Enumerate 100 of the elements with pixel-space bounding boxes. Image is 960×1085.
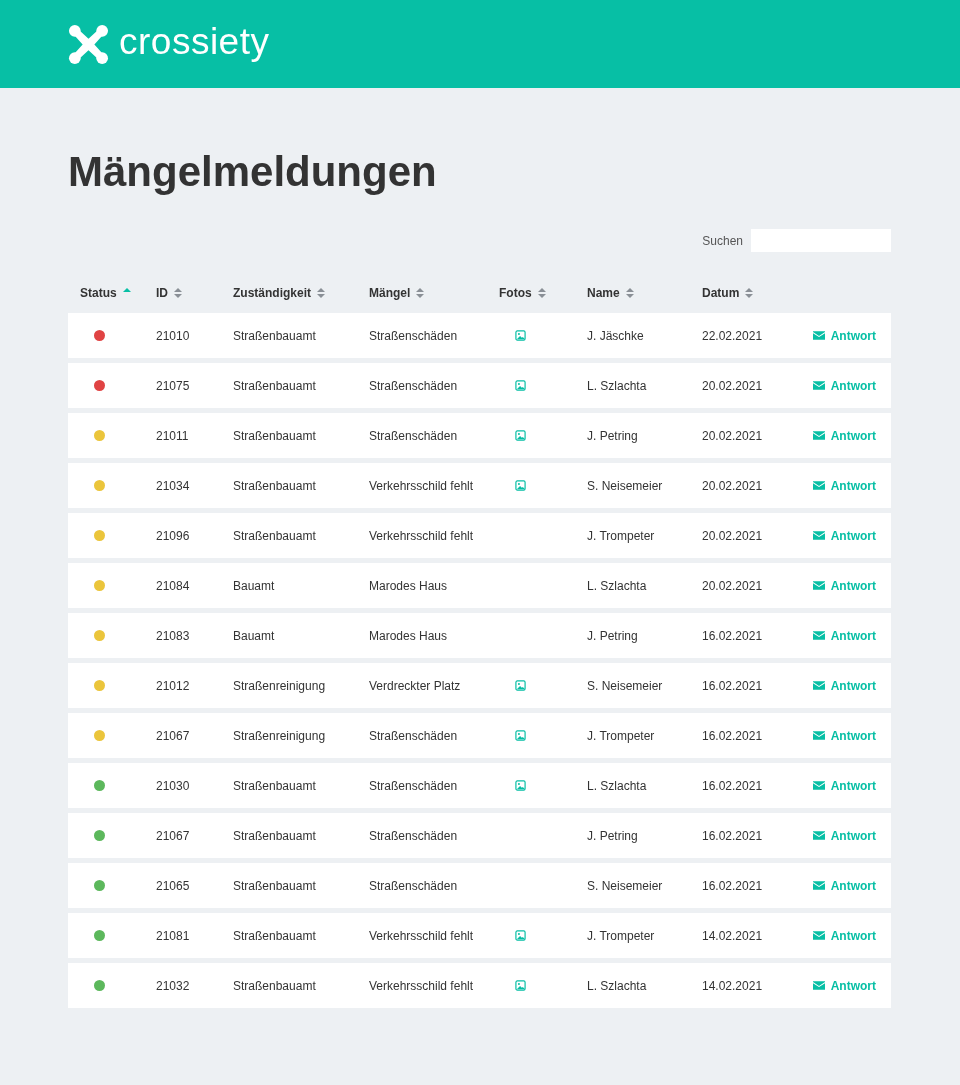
- envelope-icon: [812, 581, 825, 590]
- table-cell-text: Straßenschäden: [369, 328, 459, 343]
- table-cell-text: L. Szlachta: [587, 778, 648, 793]
- table-cell-text: J. Trompeter: [587, 928, 656, 943]
- table-cell-text: Straßenbauamt: [233, 778, 317, 793]
- column-header[interactable]: Fotos: [499, 286, 587, 300]
- table-cell-text: 21034: [156, 478, 191, 493]
- column-header[interactable]: ID: [156, 286, 233, 300]
- table-cell-text: 21011: [156, 428, 190, 443]
- brand-name: crossiety: [119, 21, 270, 63]
- table-cell-text: 21081: [156, 928, 191, 943]
- table-cell-text: Straßenbauamt: [233, 828, 317, 843]
- table-cell-text: Straßenschäden: [369, 778, 459, 793]
- table-cell-text: 22.02.2021: [702, 328, 764, 343]
- image-icon[interactable]: [515, 380, 526, 391]
- envelope-icon: [812, 831, 825, 840]
- table-cell-text: Straßenbauamt: [233, 478, 317, 493]
- table-row[interactable]: 21075 Straßenbauamt Straßenschäden L. Szlachta 20.02.2021 Antwort: [68, 363, 891, 408]
- table-cell-text: Straßenschäden: [369, 378, 459, 393]
- table-cell-text: Verkehrsschild fehlt: [369, 928, 475, 943]
- logo-icon: [68, 23, 109, 65]
- table-cell-text: L. Szlachta: [587, 978, 648, 993]
- table-cell-text: Straßenschäden: [369, 428, 459, 443]
- table-cell-text: Bauamt: [233, 628, 276, 643]
- table-cell-text: 20.02.2021: [702, 478, 764, 493]
- column-header[interactable]: Datum: [702, 286, 876, 300]
- table-cell-text: Straßenbauamt: [233, 928, 317, 943]
- table-cell-text: 20.02.2021: [702, 378, 764, 393]
- envelope-icon: [812, 881, 825, 890]
- page-title: Mängelmeldungen: [68, 148, 438, 196]
- table-cell-text: Bauamt: [233, 578, 276, 593]
- table-cell-text: Straßenschäden: [369, 728, 459, 743]
- table-cell-text: 14.02.2021: [702, 978, 764, 993]
- table-cell-text: Straßenbauamt: [233, 328, 317, 343]
- table-cell-text: 21032: [156, 978, 191, 993]
- table-cell-text: Straßenbauamt: [233, 428, 317, 443]
- table-row[interactable]: 21012 Straßenreinigung Verdreckter Platz S. Neisemeier 16.02.2021 Antwort: [68, 663, 891, 708]
- image-icon[interactable]: [515, 480, 526, 491]
- table-row[interactable]: 21084 Bauamt Marodes Haus L. Szlachta 20.02.2021 Antwort: [68, 563, 891, 608]
- envelope-icon: [812, 981, 825, 990]
- table-cell-text: Straßenschäden: [369, 828, 459, 843]
- table-cell-text: J. Petring: [587, 828, 639, 843]
- envelope-icon: [812, 781, 825, 790]
- table-cell-text: Straßenbauamt: [233, 978, 317, 993]
- table-cell-text: Verkehrsschild fehlt: [369, 978, 475, 993]
- table-row[interactable]: 21010 Straßenbauamt Straßenschäden J. Jäschke 22.02.2021 Antwort: [68, 313, 891, 358]
- table-cell-text: J. Jäschke: [587, 328, 645, 343]
- table-cell-text: 21084: [156, 578, 191, 593]
- table-cell-text: Marodes Haus: [369, 578, 449, 593]
- image-icon[interactable]: [515, 330, 526, 341]
- table-cell-text: Verkehrsschild fehlt: [369, 528, 475, 543]
- table-row[interactable]: 21032 Straßenbauamt Verkehrsschild fehlt L. Szlachta 14.02.2021 Antwort: [68, 963, 891, 1008]
- envelope-icon: [812, 631, 825, 640]
- image-icon[interactable]: [515, 680, 526, 691]
- table-cell-text: 20.02.2021: [702, 428, 764, 443]
- table-cell-text: Straßenbauamt: [233, 878, 317, 893]
- table-row[interactable]: 21030 Straßenbauamt Straßenschäden L. Szlachta 16.02.2021 Antwort: [68, 763, 891, 808]
- table-cell-text: L. Szlachta: [587, 378, 648, 393]
- table-cell-text: 16.02.2021: [702, 728, 764, 743]
- table-cell-text: 21030: [156, 778, 191, 793]
- table-row[interactable]: 21011 Straßenbauamt Straßenschäden J. Petring 20.02.2021 Antwort: [68, 413, 891, 458]
- envelope-icon: [812, 931, 825, 940]
- table-row[interactable]: 21083 Bauamt Marodes Haus J. Petring 16.02.2021 Antwort: [68, 613, 891, 658]
- table-cell-text: J. Petring: [587, 628, 639, 643]
- table-cell-text: J. Trompeter: [587, 728, 656, 743]
- table-cell-text: Straßenreinigung: [233, 678, 327, 693]
- column-header[interactable]: Name: [587, 286, 702, 300]
- table-row[interactable]: 21034 Straßenbauamt Verkehrsschild fehlt S. Neisemeier 20.02.2021 Antwort: [68, 463, 891, 508]
- table-cell-text: S. Neisemeier: [587, 878, 664, 893]
- table-cell-text: Straßenbauamt: [233, 378, 317, 393]
- image-icon[interactable]: [515, 930, 526, 941]
- table-cell-text: 16.02.2021: [702, 778, 764, 793]
- table-cell-text: 20.02.2021: [702, 578, 764, 593]
- envelope-icon: [812, 431, 825, 440]
- table-cell-text: 14.02.2021: [702, 928, 764, 943]
- table-row[interactable]: 21081 Straßenbauamt Verkehrsschild fehlt J. Trompeter 14.02.2021 Antwort: [68, 913, 891, 958]
- column-header[interactable]: Zuständigkeit: [233, 286, 369, 300]
- table-cell-text: 21075: [156, 378, 191, 393]
- table-cell-text: 16.02.2021: [702, 628, 764, 643]
- envelope-icon: [812, 481, 825, 490]
- table-cell-text: 21096: [156, 528, 191, 543]
- table-cell-text: S. Neisemeier: [587, 678, 664, 693]
- table-cell-text: J. Trompeter: [587, 528, 656, 543]
- image-icon[interactable]: [515, 730, 526, 741]
- column-header[interactable]: Status: [80, 286, 156, 300]
- image-icon[interactable]: [515, 980, 526, 991]
- table-row[interactable]: 21096 Straßenbauamt Verkehrsschild fehlt J. Trompeter 20.02.2021 Antwort: [68, 513, 891, 558]
- table-cell-text: J. Petring: [587, 428, 639, 443]
- column-header[interactable]: Mängel: [369, 286, 499, 300]
- table-cell-text: 21067: [156, 828, 191, 843]
- table-row[interactable]: 21067 Straßenreinigung Straßenschäden J. Trompeter 16.02.2021 Antwort: [68, 713, 891, 758]
- image-icon[interactable]: [515, 780, 526, 791]
- envelope-icon: [812, 331, 825, 340]
- table-row[interactable]: 21067 Straßenbauamt Straßenschäden J. Petring 16.02.2021 Antwort: [68, 813, 891, 858]
- table-cell-text: 21012: [156, 678, 191, 693]
- table-cell-text: Verdreckter Platz: [369, 678, 462, 693]
- table-row[interactable]: 21065 Straßenbauamt Straßenschäden S. Neisemeier 16.02.2021 Antwort: [68, 863, 891, 908]
- image-icon[interactable]: [515, 430, 526, 441]
- table-cell-text: 16.02.2021: [702, 678, 764, 693]
- search-label: Suchen: [702, 233, 743, 248]
